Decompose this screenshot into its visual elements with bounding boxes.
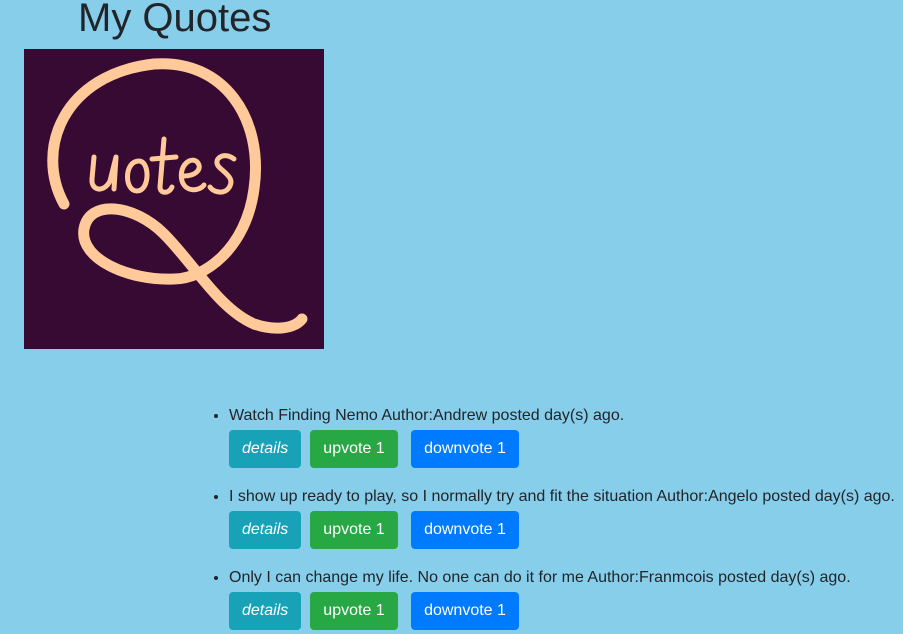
quote-actions: details upvote 1 downvote 1	[229, 430, 895, 468]
downvote-button[interactable]: downvote 1	[411, 511, 519, 549]
quote-item: I show up ready to play, so I normally t…	[229, 485, 895, 549]
page-title: My Quotes	[78, 0, 272, 40]
quotes-logo	[24, 49, 324, 349]
details-button[interactable]: details	[229, 592, 301, 630]
quote-text: I show up ready to play, so I normally t…	[229, 488, 895, 505]
upvote-button[interactable]: upvote 1	[310, 511, 398, 549]
details-button[interactable]: details	[229, 430, 301, 468]
page: My Quotes Watch Finding	[0, 0, 903, 634]
downvote-button[interactable]: downvote 1	[411, 592, 519, 630]
details-button[interactable]: details	[229, 511, 301, 549]
upvote-button[interactable]: upvote 1	[310, 430, 398, 468]
quotes-logo-image	[47, 58, 308, 334]
quote-item: Only I can change my life. No one can do…	[229, 566, 895, 630]
quote-actions: details upvote 1 downvote 1	[229, 511, 895, 549]
quote-text: Watch Finding Nemo Author:Andrew posted …	[229, 407, 625, 424]
quote-actions: details upvote 1 downvote 1	[229, 592, 895, 630]
downvote-button[interactable]: downvote 1	[411, 430, 519, 468]
quote-list: Watch Finding Nemo Author:Andrew posted …	[189, 404, 895, 634]
upvote-button[interactable]: upvote 1	[310, 592, 398, 630]
quote-text: Only I can change my life. No one can do…	[229, 569, 851, 586]
quote-item: Watch Finding Nemo Author:Andrew posted …	[229, 404, 895, 468]
